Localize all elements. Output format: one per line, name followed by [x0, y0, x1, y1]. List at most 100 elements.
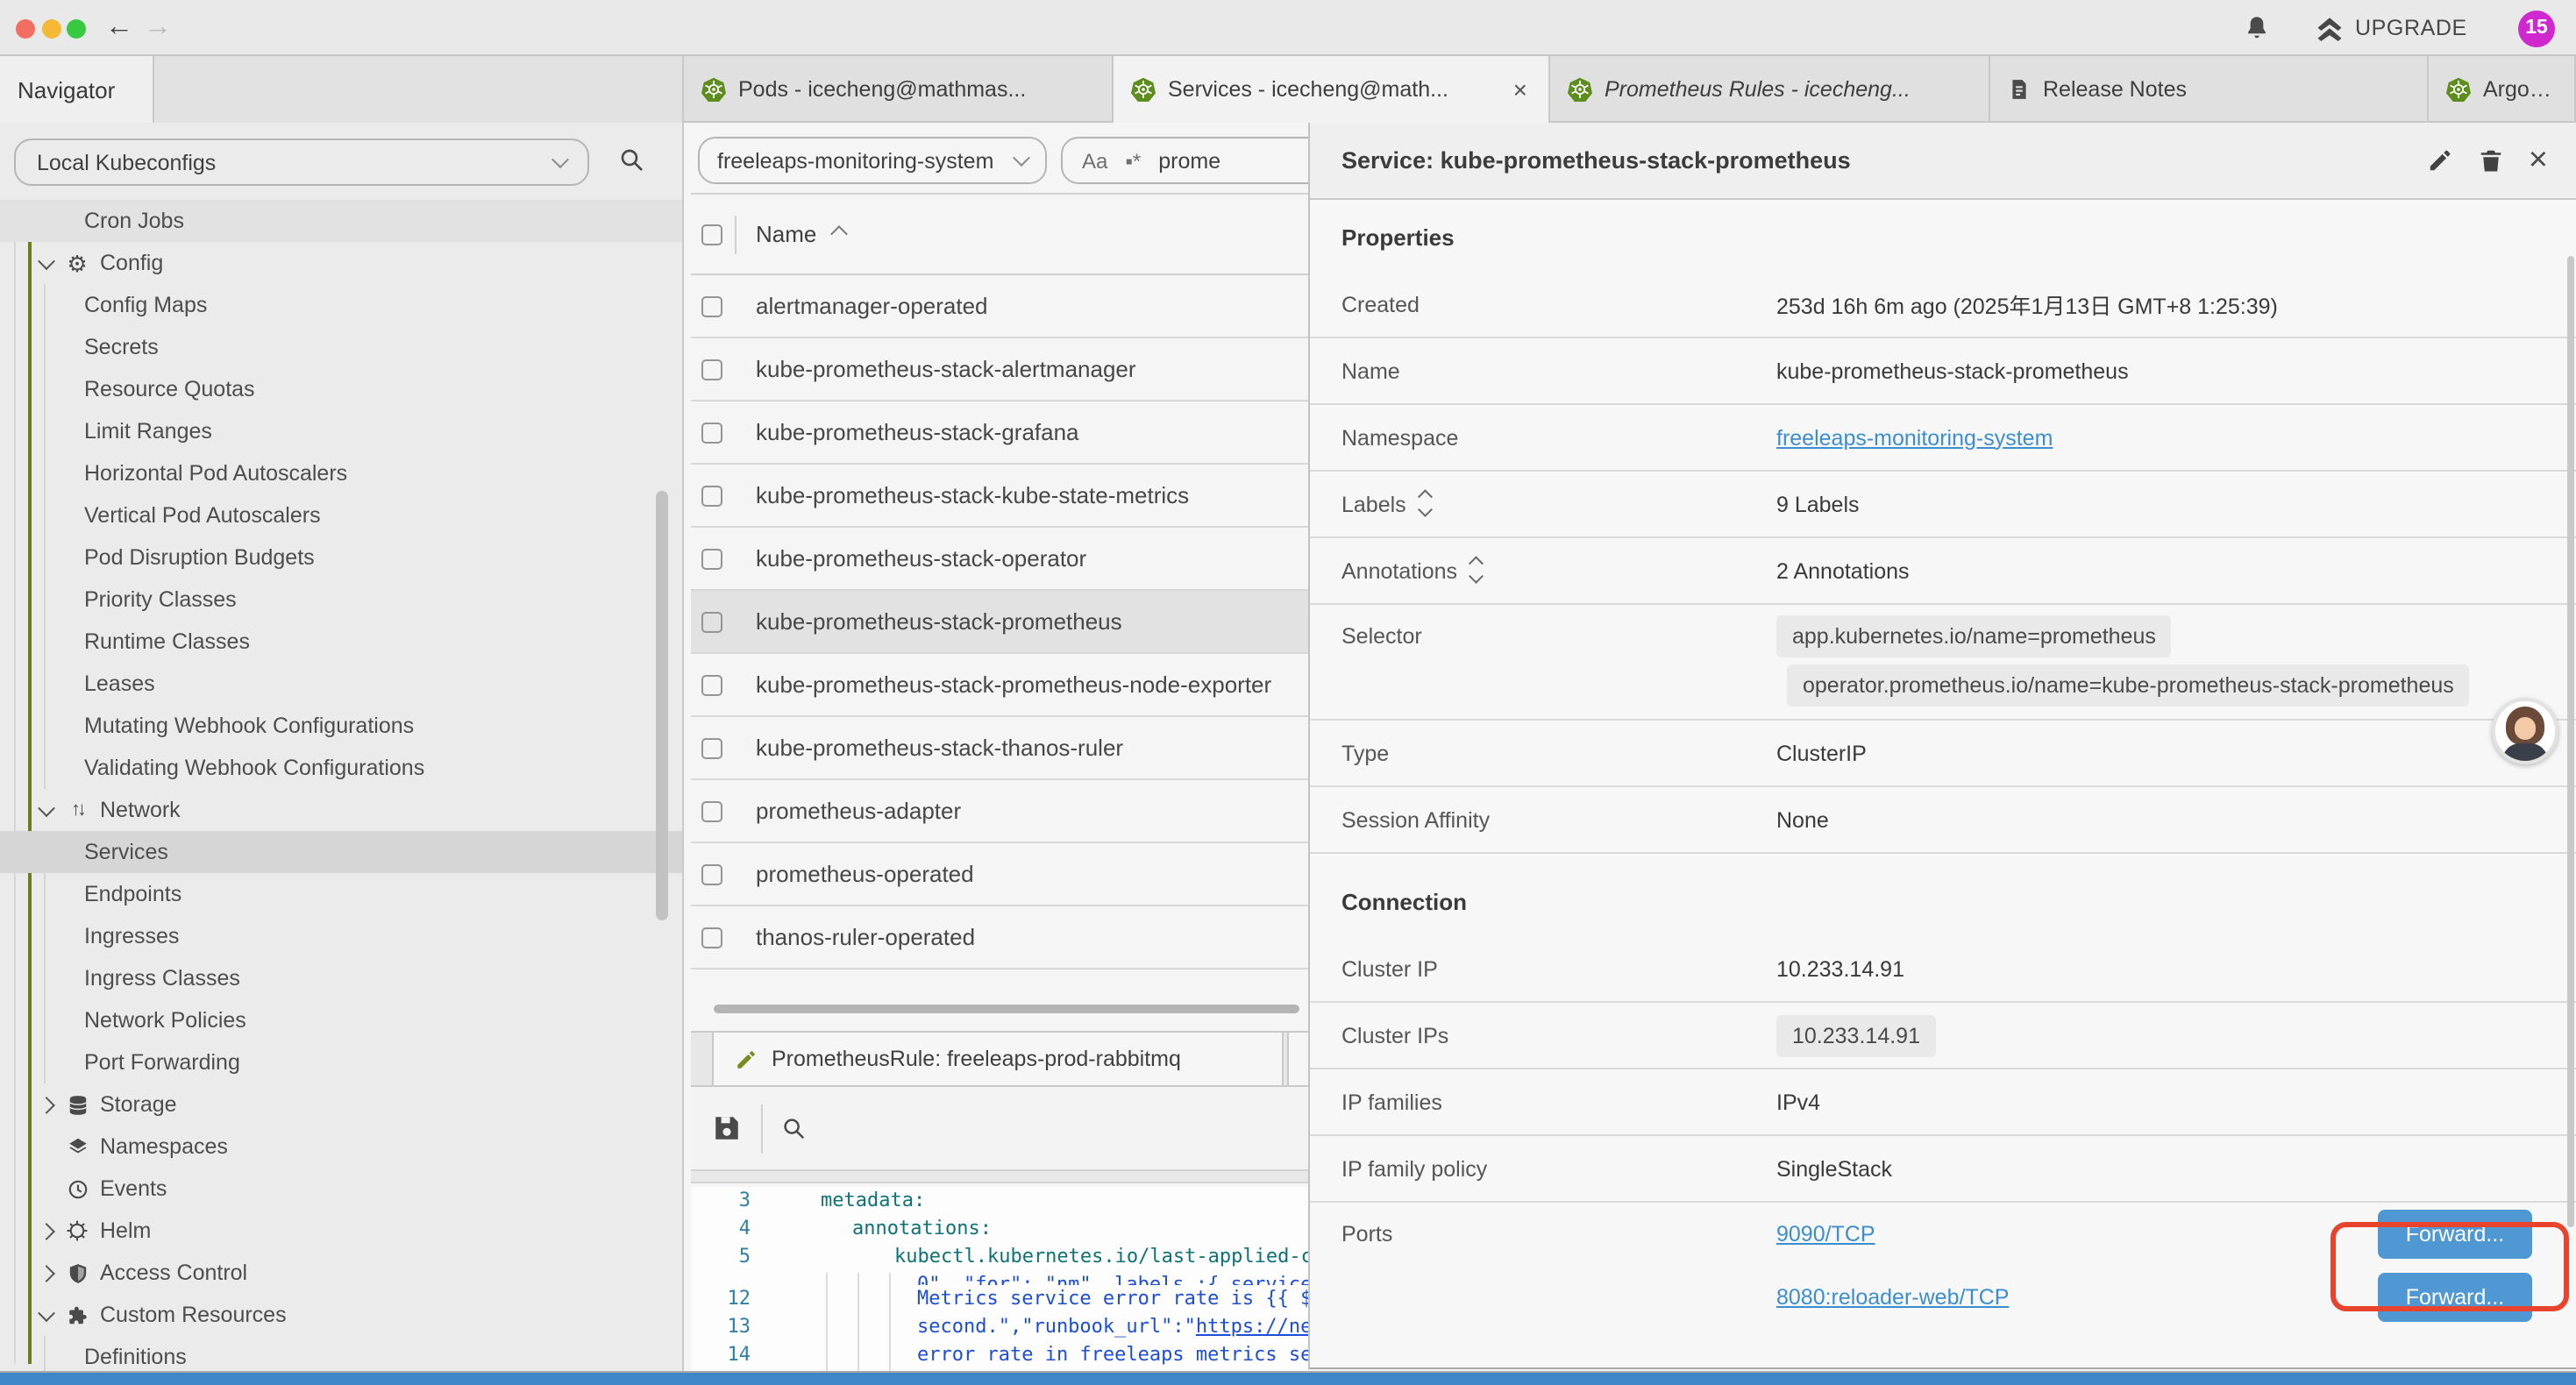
sidebar-item-ingresses[interactable]: Ingresses — [0, 915, 684, 957]
table-search-input[interactable]: Aa ▪* prome — [1061, 137, 1308, 184]
tab-release-notes[interactable]: Release Notes — [1990, 56, 2429, 123]
sidebar-item-services[interactable]: Services — [0, 831, 684, 873]
sidebar-item-helm[interactable]: Helm — [0, 1210, 684, 1252]
tab-prometheusrule-2[interactable] — [1287, 1033, 1308, 1085]
back-button[interactable]: ← — [105, 0, 133, 56]
kubeconfig-select[interactable]: Local Kubeconfigs — [14, 138, 589, 186]
avatar[interactable] — [2492, 698, 2558, 764]
tab-navigator[interactable]: Navigator — [0, 56, 154, 123]
table-row-kube-prometheus-stack-prometheus-node-exporter[interactable]: kube-prometheus-stack-prometheus-node-ex… — [691, 654, 1308, 717]
sidebar-item-config[interactable]: ⚙Config — [0, 242, 684, 284]
chevron-down-icon[interactable] — [37, 799, 54, 816]
row-checkbox[interactable] — [701, 295, 722, 316]
forward-button[interactable]: Forward... — [2378, 1210, 2532, 1259]
sidebar-item-validating-webhook-configurations[interactable]: Validating Webhook Configurations — [0, 747, 684, 789]
row-checkbox[interactable] — [701, 611, 722, 632]
notification-count-badge[interactable]: 15 — [2518, 10, 2555, 46]
chevron-right-icon[interactable] — [37, 1264, 54, 1282]
delete-trash-icon[interactable] — [2478, 147, 2504, 174]
table-row-kube-prometheus-stack-alertmanager[interactable]: kube-prometheus-stack-alertmanager — [691, 338, 1308, 401]
row-checkbox[interactable] — [701, 800, 722, 821]
table-row-kube-prometheus-stack-thanos-ruler[interactable]: kube-prometheus-stack-thanos-ruler — [691, 717, 1308, 780]
row-checkbox[interactable] — [701, 422, 722, 443]
table-row-kube-prometheus-stack-grafana[interactable]: kube-prometheus-stack-grafana — [691, 401, 1308, 465]
table-row-alertmanager-operated[interactable]: alertmanager-operated — [691, 275, 1308, 338]
sidebar-item-definitions[interactable]: Definitions — [0, 1336, 684, 1371]
tab-services-icecheng-math[interactable]: Services - icecheng@math...× — [1114, 56, 1550, 123]
sidebar-search-icon[interactable] — [617, 146, 645, 174]
editor-search-icon[interactable] — [780, 1115, 807, 1141]
zoom-window-button[interactable] — [67, 19, 86, 39]
expand-collapse-icon[interactable] — [1420, 493, 1430, 515]
sidebar-item-runtime-classes[interactable]: Runtime Classes — [0, 621, 684, 663]
match-case-toggle[interactable]: Aa — [1082, 148, 1107, 173]
sidebar-item-events[interactable]: Events — [0, 1168, 684, 1210]
port-link[interactable]: 8080:reloader-web/TCP — [1776, 1285, 2009, 1310]
sidebar-item-endpoints[interactable]: Endpoints — [0, 873, 684, 915]
row-checkbox[interactable] — [701, 359, 722, 380]
forward-button[interactable]: Forward... — [2378, 1273, 2532, 1322]
table-row-thanos-ruler-operated[interactable]: thanos-ruler-operated — [691, 906, 1308, 970]
tab-prometheus-rules-icecheng[interactable]: Prometheus Rules - icecheng... — [1550, 56, 1990, 123]
sidebar-item-pod-disruption-budgets[interactable]: Pod Disruption Budgets — [0, 536, 684, 579]
sidebar-item-resource-quotas[interactable]: Resource Quotas — [0, 368, 684, 410]
sidebar-scrollbar[interactable] — [656, 491, 668, 920]
sidebar-item-network-policies[interactable]: Network Policies — [0, 999, 684, 1041]
chevron-down-icon[interactable] — [37, 252, 54, 269]
close-window-button[interactable] — [16, 19, 35, 39]
namespace-link[interactable]: freeleaps-monitoring-system — [1776, 425, 2053, 450]
chevron-down-icon[interactable] — [37, 1303, 54, 1321]
sidebar-item-access-control[interactable]: Access Control — [0, 1252, 684, 1294]
name-column-header[interactable]: Name — [756, 221, 816, 247]
sidebar-item-ingress-classes[interactable]: Ingress Classes — [0, 957, 684, 999]
sidebar-item-custom-resources[interactable]: Custom Resources — [0, 1294, 684, 1336]
table-row-kube-prometheus-stack-operator[interactable]: kube-prometheus-stack-operator — [691, 528, 1308, 591]
sidebar-item-secrets[interactable]: Secrets — [0, 326, 684, 368]
row-checkbox[interactable] — [701, 485, 722, 506]
sort-ascending-icon[interactable] — [829, 225, 847, 243]
save-icon[interactable] — [712, 1113, 742, 1143]
chevron-right-icon[interactable] — [37, 1096, 54, 1113]
table-row-prometheus-adapter[interactable]: prometheus-adapter — [691, 780, 1308, 843]
minimize-window-button[interactable] — [41, 19, 60, 39]
namespace-select[interactable]: freeleaps-monitoring-system — [698, 137, 1047, 184]
select-all-checkbox[interactable] — [701, 224, 722, 245]
notifications-bell-icon[interactable] — [2243, 14, 2271, 42]
sidebar-item-config-maps[interactable]: Config Maps — [0, 284, 684, 326]
horizontal-scrollbar[interactable] — [714, 1005, 1299, 1013]
row-checkbox[interactable] — [701, 548, 722, 569]
tab-argo-se[interactable]: Argo Se — [2429, 56, 2576, 123]
row-checkbox[interactable] — [701, 927, 722, 948]
close-tab-icon[interactable]: × — [1510, 75, 1531, 103]
expand-collapse-icon[interactable] — [1471, 559, 1481, 582]
table-row-prometheus-operated[interactable]: prometheus-operated — [691, 843, 1308, 906]
sidebar-item-storage[interactable]: Storage — [0, 1083, 684, 1126]
tab-pods-icecheng-mathmas[interactable]: Pods - icecheng@mathmas... — [684, 56, 1114, 123]
sidebar-item-limit-ranges[interactable]: Limit Ranges — [0, 410, 684, 452]
table-row-kube-prometheus-stack-prometheus[interactable]: kube-prometheus-stack-prometheus — [691, 591, 1308, 654]
sidebar-item-vertical-pod-autoscalers[interactable]: Vertical Pod Autoscalers — [0, 494, 684, 536]
chevron-right-icon[interactable] — [37, 1222, 54, 1239]
drawer-scrollbar[interactable] — [2566, 256, 2574, 1227]
yaml-editor[interactable]: 3metadata:4annotations:5kubectl.kubernet… — [691, 1187, 1308, 1371]
regex-toggle[interactable]: ▪* — [1125, 148, 1141, 173]
close-icon[interactable]: × — [2529, 144, 2548, 177]
port-link[interactable]: 9090/TCP — [1776, 1222, 1875, 1246]
sidebar-item-cron-jobs[interactable]: Cron Jobs — [0, 200, 684, 242]
forward-button[interactable]: → — [144, 0, 172, 56]
sidebar-item-priority-classes[interactable]: Priority Classes — [0, 579, 684, 621]
row-checkbox[interactable] — [701, 737, 722, 758]
edit-pencil-icon[interactable] — [2427, 147, 2453, 174]
sidebar-item-leases[interactable]: Leases — [0, 663, 684, 705]
sidebar-item-horizontal-pod-autoscalers[interactable]: Horizontal Pod Autoscalers — [0, 452, 684, 494]
sidebar-item-network[interactable]: ↑↓Network — [0, 789, 684, 831]
tab-prometheusrule[interactable]: PrometheusRule: freeleaps-prod-rabbitmq — [712, 1033, 1284, 1085]
row-checkbox[interactable] — [701, 674, 722, 695]
table-row-kube-prometheus-stack-kube-state-metrics[interactable]: kube-prometheus-stack-kube-state-metrics — [691, 465, 1308, 528]
sidebar-item-port-forwarding[interactable]: Port Forwarding — [0, 1041, 684, 1083]
sidebar-item-namespaces[interactable]: Namespaces — [0, 1126, 684, 1168]
editor-scroll-strip[interactable] — [691, 1169, 1308, 1183]
sidebar-item-mutating-webhook-configurations[interactable]: Mutating Webhook Configurations — [0, 705, 684, 747]
upgrade-button[interactable]: UPGRADE — [2315, 0, 2467, 56]
row-checkbox[interactable] — [701, 863, 722, 884]
